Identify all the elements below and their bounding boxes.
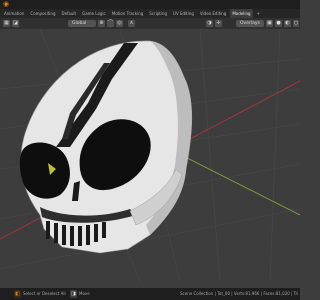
proportional-edit-icon[interactable]: ◎ — [116, 20, 123, 27]
rendered-shading-icon[interactable]: ○ — [293, 20, 299, 27]
tab-game-logic[interactable]: Game Logic — [80, 9, 108, 18]
overlays-label: Overlays — [240, 21, 260, 26]
tab-add-workspace[interactable]: + — [255, 9, 262, 18]
gizmo-icon[interactable]: ✛ — [215, 20, 222, 27]
tab-uv-editing[interactable]: UV Editing — [171, 9, 196, 18]
viewport-header: ▦ ◪ Global ⊕ ⌒ ◎ ∧ ◑ ✛ Overlays ▣ ● ◐ ○ — [0, 18, 300, 29]
top-menu-bar: ◉ — [0, 0, 300, 9]
tab-default[interactable]: Default — [59, 9, 78, 18]
tab-motion-tracking[interactable]: Motion Tracking — [110, 9, 145, 18]
status-select-hint: Select or Deselect All — [23, 291, 66, 296]
editor-type-icon[interactable]: ▦ — [3, 20, 10, 27]
status-bar: ◧ Select or Deselect All ◨ Move Scene Co… — [0, 288, 300, 300]
pivot-icon[interactable]: ⊕ — [98, 20, 105, 27]
tab-modeling[interactable]: Modeling — [230, 9, 253, 18]
material-shading-icon[interactable]: ◐ — [284, 20, 291, 27]
falloff-icon[interactable]: ∧ — [128, 20, 135, 27]
3d-viewport[interactable] — [0, 29, 300, 282]
tab-compositing[interactable]: Compositing — [28, 9, 57, 18]
mask-model[interactable] — [19, 40, 193, 254]
solid-shading-icon[interactable]: ● — [275, 20, 282, 27]
object-mode-icon[interactable]: ◪ — [12, 20, 19, 27]
snap-icon[interactable]: ⌒ — [107, 20, 114, 27]
visibility-icon[interactable]: ◑ — [206, 20, 213, 27]
mouse-left-icon: ◧ — [14, 290, 21, 298]
tab-video-editing[interactable]: Video Editing — [198, 9, 228, 18]
workspace-tabs: Animation Compositing Default Game Logic… — [0, 9, 300, 18]
status-scene-info: Scene Collection | Tot_00 | Verts:81,966… — [180, 291, 298, 296]
orientation-label: Global — [72, 21, 87, 26]
mouse-middle-icon: ◨ — [70, 290, 77, 298]
tab-animation[interactable]: Animation — [2, 9, 26, 18]
xray-icon[interactable]: ▣ — [266, 20, 273, 27]
status-move-hint: Move — [79, 291, 90, 296]
viewport-canvas — [0, 29, 300, 282]
tab-scripting[interactable]: Scripting — [147, 9, 169, 18]
blender-window: ◉ Animation Compositing Default Game Log… — [0, 0, 300, 300]
blender-logo-icon[interactable]: ◉ — [2, 1, 10, 8]
